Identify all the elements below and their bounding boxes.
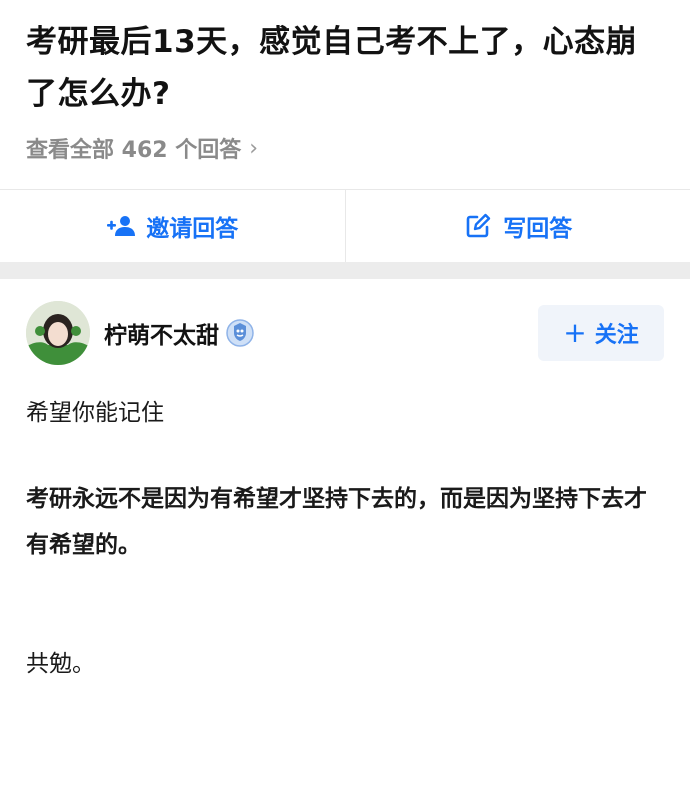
author-row: 柠萌不太甜 + 关注 xyxy=(26,279,664,387)
author-name[interactable]: 柠萌不太甜 xyxy=(104,316,219,350)
add-person-icon xyxy=(106,213,136,239)
verified-badge-icon xyxy=(225,318,255,348)
answer-card: 柠萌不太甜 + 关注 希望你能记住 考研永远不是因为有希望才坚持下去的，而是因为… xyxy=(0,279,690,684)
zhihu-question-page: 考研最后13天，感觉自己考不上了，心态崩了怎么办? 查看全部 462 个回答 ›… xyxy=(0,0,690,792)
chevron-right-icon: › xyxy=(249,135,259,161)
follow-label: 关注 xyxy=(594,323,639,348)
edit-icon xyxy=(463,213,493,239)
invite-answer-button[interactable]: 邀请回答 xyxy=(0,190,345,262)
question-title[interactable]: 考研最后13天，感觉自己考不上了，心态崩了怎么办? xyxy=(26,16,664,120)
plus-icon: + xyxy=(563,316,587,349)
answer-paragraph: 共勉。 xyxy=(26,651,95,677)
question-action-bar: 邀请回答 写回答 xyxy=(0,189,690,262)
answer-paragraph: 考研永远不是因为有希望才坚持下去的，而是因为坚持下去才有希望的。 xyxy=(26,486,647,558)
write-answer-label: 写回答 xyxy=(503,216,573,242)
answer-content: 希望你能记住 考研永远不是因为有希望才坚持下去的，而是因为坚持下去才有希望的。 … xyxy=(26,393,664,684)
follow-button[interactable]: + 关注 xyxy=(538,305,664,361)
write-answer-button[interactable]: 写回答 xyxy=(344,190,690,262)
question-header: 考研最后13天，感觉自己考不上了，心态崩了怎么办? 查看全部 462 个回答 › xyxy=(0,0,690,189)
section-divider xyxy=(0,262,690,279)
invite-answer-label: 邀请回答 xyxy=(146,216,239,242)
view-all-answers-link[interactable]: 查看全部 462 个回答 › xyxy=(26,132,258,164)
answer-paragraph: 希望你能记住 xyxy=(26,400,164,426)
view-all-answers-label: 查看全部 462 个回答 xyxy=(26,138,242,163)
avatar[interactable] xyxy=(26,301,90,365)
